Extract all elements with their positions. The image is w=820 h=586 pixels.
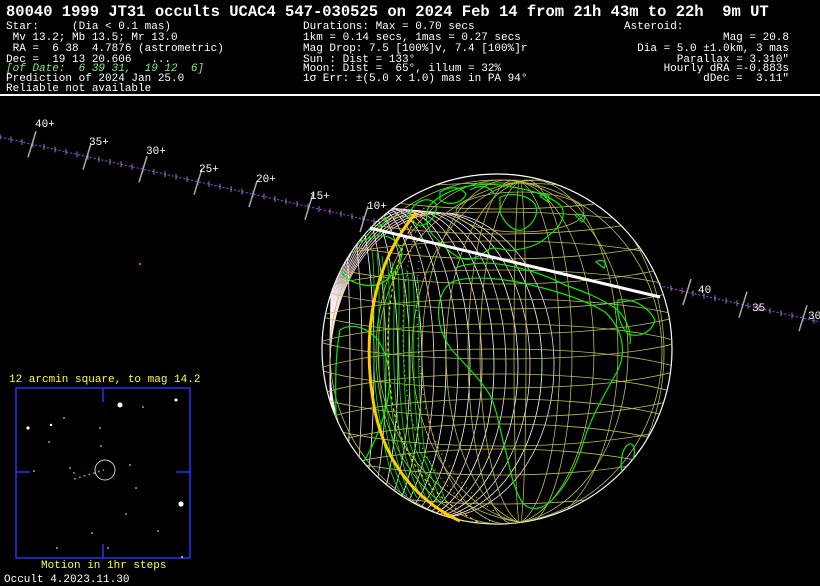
field-star [107, 547, 109, 549]
field-star [48, 441, 50, 443]
track-label-right-1: 40 [698, 285, 712, 297]
field-star [49, 423, 53, 427]
red-marker [138, 262, 142, 266]
field-star [56, 547, 58, 549]
star-field-inset [15, 387, 191, 559]
track-label-left-7: 10+ [367, 201, 387, 213]
track-label-right-3: 30 [808, 311, 820, 323]
track-label-left-4: 25+ [199, 164, 219, 176]
track-label-left-3: 30+ [146, 146, 166, 158]
track-major-tick [682, 278, 692, 306]
field-star [63, 417, 65, 419]
field-star [33, 470, 35, 472]
earth-globe [321, 173, 673, 525]
field-star [174, 398, 178, 402]
field-star [91, 532, 93, 534]
field-star [181, 556, 183, 558]
track-label-left-5: 20+ [256, 174, 276, 186]
field-star [157, 530, 159, 532]
field-star [73, 472, 75, 474]
field-star [99, 427, 101, 429]
field-star [129, 464, 131, 466]
field-star [178, 501, 184, 507]
track-label-left-2: 35+ [89, 137, 109, 149]
track-label-left-1: 40+ [35, 119, 55, 131]
occultation-map [0, 94, 820, 559]
field-star [135, 487, 137, 489]
track-major-tick [738, 291, 748, 318]
field-star [69, 467, 71, 469]
star-field-title: 12 arcmin square, to mag 14.2 [9, 374, 201, 386]
track-label-right-2: 35 [752, 303, 766, 315]
field-star [117, 402, 123, 408]
field-star [125, 513, 127, 515]
software-version: Occult 4.2023.11.30 [4, 574, 130, 586]
field-star [142, 406, 144, 408]
field-star [26, 426, 30, 430]
field-star [100, 445, 102, 447]
track-label-left-6: 15+ [310, 191, 330, 203]
track-major-tick [27, 130, 37, 158]
star-field-caption: Motion in 1hr steps [41, 560, 167, 572]
